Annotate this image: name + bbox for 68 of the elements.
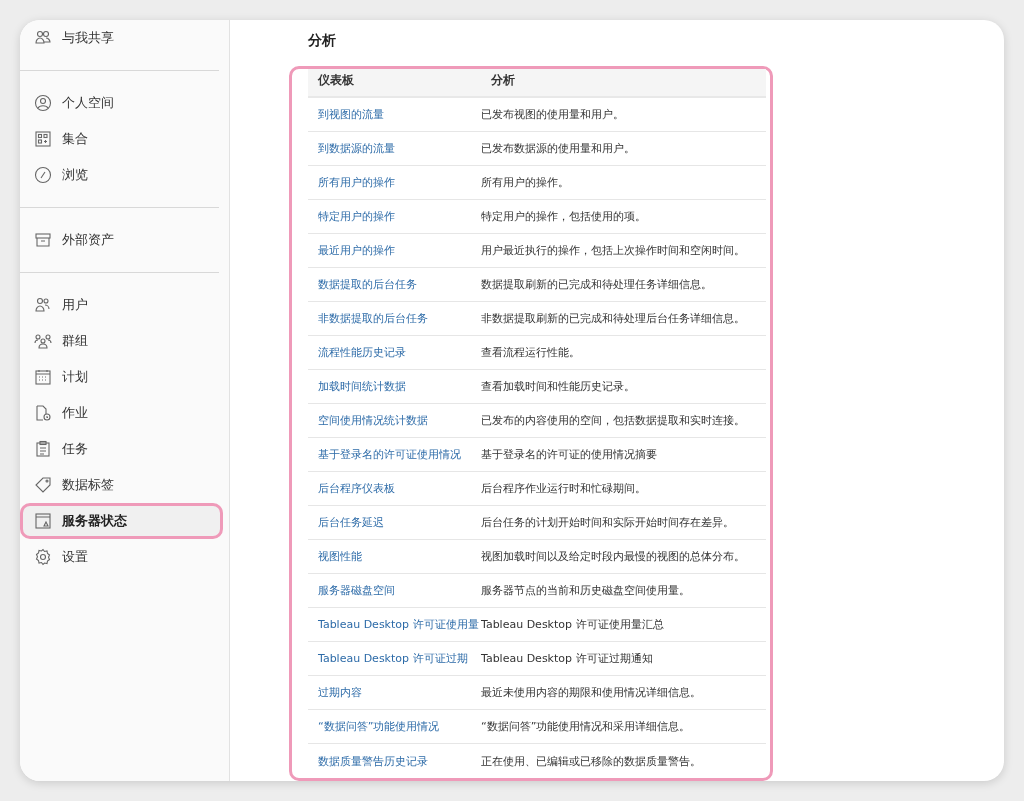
description-text: Tableau Desktop 许可证过期通知: [481, 651, 653, 666]
grid-icon: [34, 130, 52, 148]
sidebar-item[interactable]: 与我共享: [20, 20, 229, 56]
group-icon: [34, 332, 52, 350]
description-text: 后台任务的计划开始时间和实际开始时间存在差异。: [481, 515, 734, 530]
tag-icon: [34, 476, 52, 494]
dashboard-link[interactable]: 到数据源的流量: [308, 141, 481, 156]
sidebar-item[interactable]: 数据标签: [20, 467, 229, 503]
description-text: 查看流程运行性能。: [481, 345, 580, 360]
sidebar-item[interactable]: 浏览: [20, 157, 229, 193]
sidebar-item[interactable]: 个人空间: [20, 85, 229, 121]
dashboard-link[interactable]: “数据问答”功能使用情况: [308, 719, 481, 734]
sidebar-item[interactable]: 任务: [20, 431, 229, 467]
sidebar-item[interactable]: 集合: [20, 121, 229, 157]
dashboard-link[interactable]: 后台任务延迟: [308, 515, 481, 530]
dashboard-link[interactable]: 后台程序仪表板: [308, 481, 481, 496]
sidebar-item[interactable]: 作业: [20, 395, 229, 431]
description-text: “数据问答”功能使用情况和采用详细信息。: [481, 719, 691, 734]
box-icon: [34, 231, 52, 249]
settings-icon: [34, 548, 52, 566]
sidebar-item[interactable]: 群组: [20, 323, 229, 359]
description-text: Tableau Desktop 许可证使用量汇总: [481, 617, 664, 632]
people-icon: [34, 29, 52, 47]
dashboard-link[interactable]: 加载时间统计数据: [308, 379, 481, 394]
description-text: 正在使用、已编辑或已移除的数据质量警告。: [481, 753, 701, 769]
dashboard-link[interactable]: 视图性能: [308, 549, 481, 564]
description-text: 已发布的内容使用的空间，包括数据提取和实时连接。: [481, 413, 745, 428]
column-header: 分析: [490, 72, 515, 89]
description-text: 所有用户的操作。: [481, 175, 569, 190]
description-text: 已发布视图的使用量和用户。: [481, 107, 624, 122]
column-header: 仪表板: [316, 72, 355, 89]
description-text: 已发布数据源的使用量和用户。: [481, 141, 635, 156]
dashboard-link[interactable]: 特定用户的操作: [308, 209, 481, 224]
sidebar-item[interactable]: 设置: [20, 539, 229, 575]
description-text: 视图加载时间以及给定时段内最慢的视图的总体分布。: [481, 549, 745, 564]
dashboard-link[interactable]: 服务器磁盘空间: [308, 583, 481, 598]
person-circle-icon: [34, 94, 52, 112]
description-text: 用户最近执行的操作，包括上次操作时间和空闲时间。: [481, 243, 745, 258]
window-warning-icon: [34, 512, 52, 530]
description-text: 数据提取刷新的已完成和待处理任务详细信息。: [481, 277, 712, 292]
dashboard-link[interactable]: 空间使用情况统计数据: [308, 413, 481, 428]
calendar-icon: [34, 368, 52, 386]
description-text: 非数据提取刷新的已完成和待处理后台任务详细信息。: [481, 311, 745, 326]
dashboard-link[interactable]: 过期内容: [308, 685, 481, 700]
dashboard-link[interactable]: 流程性能历史记录: [308, 345, 481, 360]
document-clock-icon: [34, 404, 52, 422]
dashboard-link[interactable]: 所有用户的操作: [308, 175, 481, 190]
description-text: 最近未使用内容的期限和使用情况详细信息。: [481, 685, 701, 700]
dashboard-link[interactable]: 数据提取的后台任务: [308, 277, 481, 292]
dashboard-link[interactable]: Tableau Desktop 许可证使用量: [308, 617, 481, 632]
description-text: 查看加载时间和性能历史记录。: [481, 379, 635, 394]
sidebar-item[interactable]: 外部资产: [20, 222, 229, 258]
dashboard-link[interactable]: 最近用户的操作: [308, 243, 481, 258]
dashboard-link[interactable]: Tableau Desktop 许可证过期: [308, 651, 481, 666]
description-text: 基于登录名的许可证的使用情况摘要: [481, 447, 657, 462]
description-text: 后台程序作业运行时和忙碌期间。: [481, 481, 646, 496]
sidebar-item[interactable]: 用户: [20, 287, 229, 323]
dashboard-link[interactable]: 基于登录名的许可证使用情况: [308, 447, 481, 462]
dashboard-link[interactable]: 到视图的流量: [308, 107, 481, 122]
description-text: 服务器节点的当前和历史磁盘空间使用量。: [481, 583, 690, 598]
sidebar-item[interactable]: 服务器状态: [20, 503, 223, 539]
section-title: 分析: [308, 32, 337, 50]
dashboard-link[interactable]: 非数据提取的后台任务: [308, 311, 481, 326]
clipboard-icon: [34, 440, 52, 458]
dashboard-link[interactable]: 数据质量警告历史记录: [308, 753, 481, 769]
sidebar-item[interactable]: 计划: [20, 359, 229, 395]
users-icon: [34, 296, 52, 314]
description-text: 特定用户的操作，包括使用的项。: [481, 209, 646, 224]
